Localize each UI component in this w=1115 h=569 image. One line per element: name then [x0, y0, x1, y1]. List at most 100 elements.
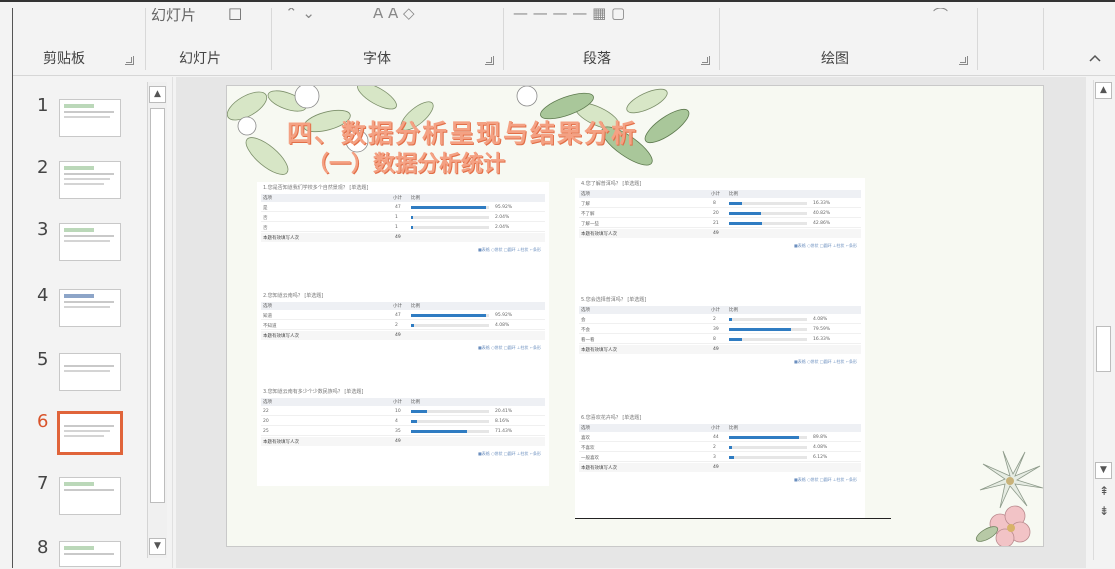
- chart-type-legend[interactable]: ■表格 ○饼状 □圆环 ⊥柱状 ⌐条形: [478, 247, 541, 253]
- flower-decoration: [975, 450, 1043, 546]
- header-ratio: 比例: [729, 308, 738, 313]
- header-option: 选项: [581, 426, 590, 431]
- scroll-down-icon[interactable]: ▼: [149, 538, 166, 555]
- total-value: 49: [395, 439, 401, 444]
- table-row: 否 1 2.04%: [261, 213, 545, 222]
- ratio-bar-fill: [411, 410, 427, 413]
- ratio-bar-fill: [729, 318, 733, 321]
- next-slide-icon[interactable]: ⇟: [1097, 504, 1111, 518]
- table-header: 选项 小计 比例: [261, 398, 545, 406]
- row-option: 不会: [581, 328, 590, 333]
- row-option: 25: [263, 429, 269, 434]
- layout-button[interactable]: □: [228, 8, 242, 22]
- table-total-row: 本题有效填写人次 49: [579, 345, 861, 354]
- row-percent: 4.08%: [813, 445, 828, 450]
- scrollbar-thumb[interactable]: [150, 108, 165, 503]
- ratio-bar-fill: [729, 456, 734, 459]
- row-count: 21: [713, 221, 719, 226]
- app-window: 幻灯片 □ ⌃ ⌄ A A ◇ — — — — ▦ ▢ ⌒ 剪贴板 幻灯片 字体…: [0, 0, 1115, 569]
- slide-thumbnail[interactable]: [59, 99, 121, 137]
- ratio-bar-fill: [411, 216, 414, 219]
- slide-thumbnail[interactable]: [59, 477, 121, 515]
- font-controls-icon[interactable]: ⌃ ⌄: [285, 8, 315, 22]
- table-row: 看一看 8 16.33%: [579, 335, 861, 344]
- scrollbar-thumb[interactable]: [1096, 326, 1111, 372]
- row-count: 20: [713, 211, 719, 216]
- group-label-font: 字体: [363, 51, 391, 67]
- row-count: 2: [395, 323, 398, 328]
- divider-line: [575, 518, 891, 519]
- clipboard-launcher-icon[interactable]: [125, 56, 134, 65]
- table-row: 了解 8 16.33%: [579, 199, 861, 208]
- survey-results-left[interactable]: 1.您是否知道我们学校多个自然景观？ [单选题] 选项 小计 比例是 47 95.92% 否…: [257, 182, 549, 486]
- thumbnail-number: 3: [37, 219, 49, 240]
- drawing-launcher-icon[interactable]: [959, 56, 968, 65]
- row-percent: 89.8%: [813, 435, 828, 440]
- thumbnail-number: 2: [37, 157, 49, 178]
- font-size-icons[interactable]: A A ◇: [373, 8, 415, 22]
- row-count: 35: [395, 429, 401, 434]
- row-option: 喜欢: [581, 436, 590, 441]
- table-row: 不知道 2 4.08%: [261, 321, 545, 330]
- drawing-icon[interactable]: ⌒: [933, 8, 948, 25]
- previous-slide-icon[interactable]: ⇞: [1097, 484, 1111, 498]
- ratio-bar-fill: [411, 420, 418, 423]
- header-count: 小计: [393, 304, 402, 309]
- paragraph-launcher-icon[interactable]: [701, 56, 710, 65]
- slide-thumbnail[interactable]: [59, 541, 121, 567]
- table-total-row: 本题有效填写人次 49: [261, 437, 545, 446]
- total-label: 本题有效填写人次: [263, 440, 299, 445]
- row-count: 4: [395, 419, 398, 424]
- scroll-up-icon[interactable]: ▲: [149, 86, 166, 103]
- row-percent: 71.43%: [495, 429, 513, 434]
- table-row: 20 4 8.16%: [261, 417, 545, 426]
- slide-thumbnail-selected[interactable]: [57, 411, 123, 455]
- table-total-row: 本题有效填写人次 49: [261, 233, 545, 242]
- editor-scrollbar[interactable]: ▲ ▼ ⇞ ⇟: [1093, 80, 1113, 560]
- chart-type-legend[interactable]: ■表格 ○饼状 □圆环 ⊥柱状 ⌐条形: [478, 451, 541, 457]
- slide-canvas[interactable]: 四、数据分析呈现与结果分析 （一）数据分析统计 1.您是否知道我们学校多个自然景…: [226, 85, 1044, 547]
- ratio-bar-fill: [411, 226, 414, 229]
- row-count: 1: [395, 215, 398, 220]
- chart-type-legend[interactable]: ■表格 ○饼状 □圆环 ⊥柱状 ⌐条形: [794, 243, 857, 249]
- row-percent: 95.92%: [495, 313, 513, 318]
- row-option: 了解: [581, 202, 590, 207]
- table-total-row: 本题有效填写人次 49: [579, 463, 861, 472]
- table-row: 一般喜欢 3 6.12%: [579, 453, 861, 462]
- question-title: 5.您会选择普洱吗？ [单选题]: [581, 297, 647, 303]
- ratio-bar: [411, 324, 489, 327]
- row-count: 2: [713, 317, 716, 322]
- slide-subtitle[interactable]: （一）数据分析统计: [307, 146, 505, 178]
- table-row: 会 2 4.08%: [579, 315, 861, 324]
- table-row: 喜欢 44 89.8%: [579, 433, 861, 442]
- paragraph-align-icons[interactable]: — — — — ▦ ▢: [513, 8, 625, 22]
- chart-type-legend[interactable]: ■表格 ○饼状 □圆环 ⊥柱状 ⌐条形: [478, 345, 541, 351]
- scroll-down-icon[interactable]: ▼: [1095, 462, 1112, 479]
- thumbnail-scrollbar[interactable]: ▲ ▼: [147, 82, 167, 558]
- survey-results-right[interactable]: 4.您了解普洱吗？ [单选题] 选项 小计 比例 了解 8 16.33% 不了解 20 40.82…: [575, 178, 865, 518]
- slide-thumbnail[interactable]: [59, 223, 121, 261]
- header-option: 选项: [263, 196, 272, 201]
- header-ratio: 比例: [411, 196, 420, 201]
- slide-thumbnail[interactable]: [59, 289, 121, 327]
- collapse-ribbon-icon[interactable]: [1087, 52, 1103, 68]
- row-option: 知道: [263, 314, 272, 319]
- row-count: 47: [395, 313, 401, 318]
- chart-type-legend[interactable]: ■表格 ○饼状 □圆环 ⊥柱状 ⌐条形: [794, 359, 857, 365]
- table-row: 不了解 20 40.82%: [579, 209, 861, 218]
- row-option: 否: [263, 226, 268, 231]
- table-row: 否 1 2.04%: [261, 223, 545, 232]
- row-percent: 16.33%: [813, 201, 831, 206]
- row-count: 44: [713, 435, 719, 440]
- slide-thumbnail[interactable]: [59, 353, 121, 391]
- ribbon: 幻灯片 □ ⌃ ⌄ A A ◇ — — — — ▦ ▢ ⌒ 剪贴板 幻灯片 字体…: [13, 8, 1115, 76]
- font-launcher-icon[interactable]: [485, 56, 494, 65]
- table-header: 选项 小计 比例: [579, 190, 861, 198]
- table-header: 选项 小计 比例: [261, 302, 545, 310]
- chart-type-legend[interactable]: ■表格 ○饼状 □圆环 ⊥柱状 ⌐条形: [794, 477, 857, 483]
- new-slide-button[interactable]: 幻灯片: [151, 8, 196, 25]
- slide-thumbnail[interactable]: [59, 161, 121, 199]
- scroll-up-icon[interactable]: ▲: [1095, 82, 1112, 99]
- row-option: 会: [581, 318, 586, 323]
- slide-title[interactable]: 四、数据分析呈现与结果分析: [287, 114, 638, 150]
